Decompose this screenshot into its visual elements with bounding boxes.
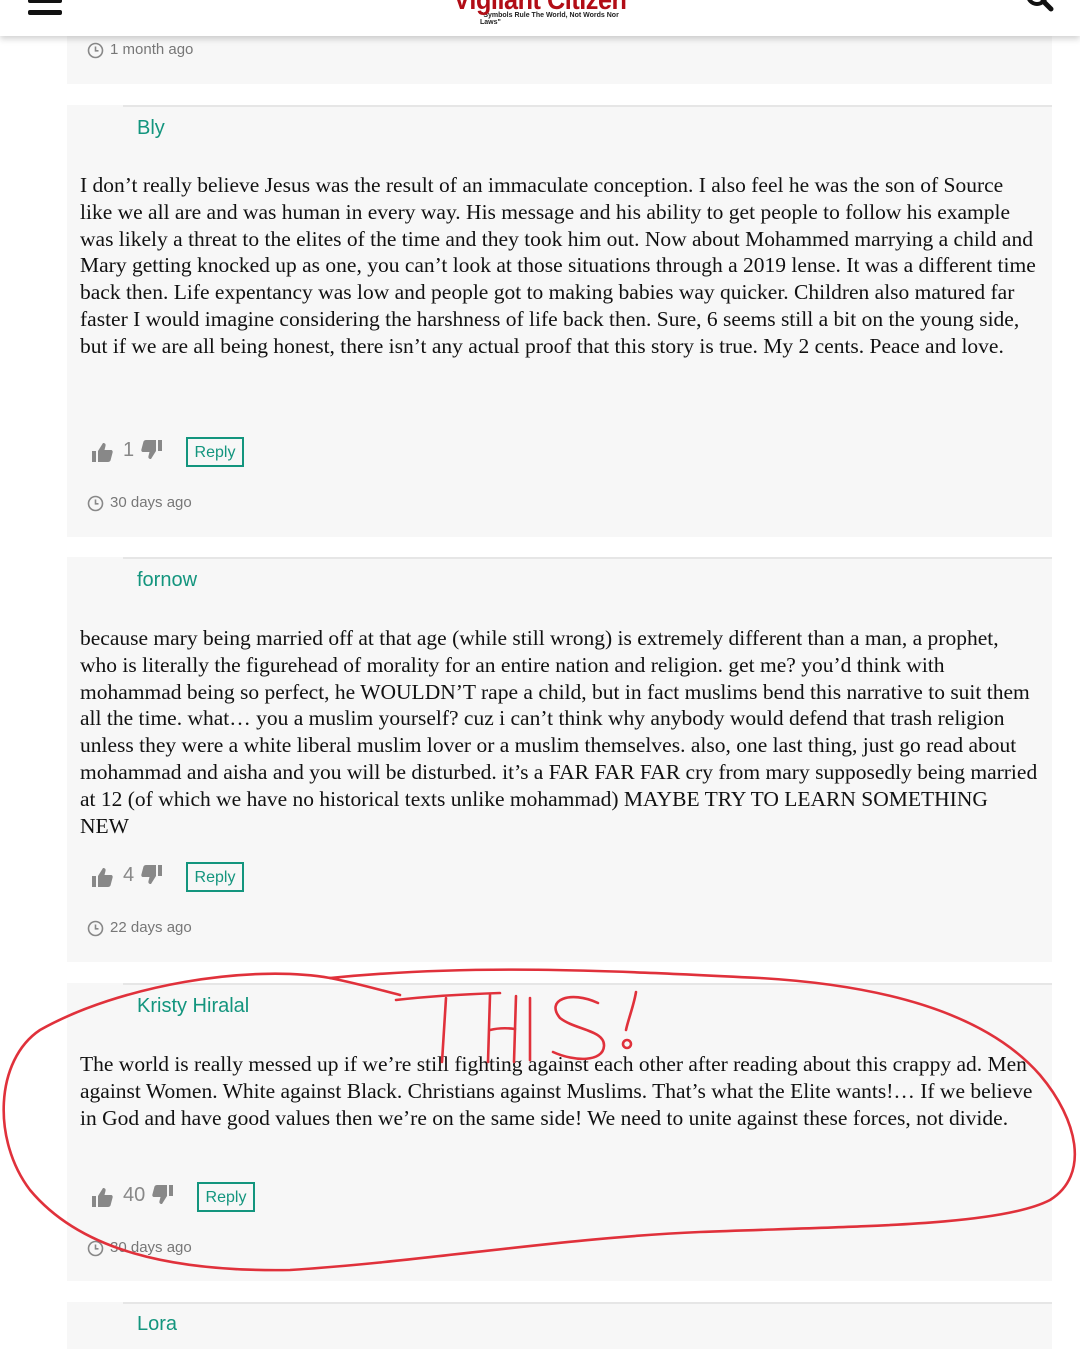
comment-time-text: 30 days ago [110, 494, 192, 511]
clock-icon [87, 42, 104, 59]
comment-card: fornow because mary being married off at… [67, 557, 1052, 962]
comment-card: Bly I don’t really believe Jesus was the… [67, 105, 1052, 537]
comment-body: The world is really messed up if we’re s… [80, 1052, 1033, 1130]
reply-button[interactable]: Reply [186, 437, 244, 467]
comment-author[interactable]: Lora [137, 1313, 177, 1336]
comment-divider [123, 557, 1052, 559]
vote-count: 1 [123, 439, 135, 461]
comment-time-text: 1 month ago [110, 41, 194, 58]
thumbs-down-icon[interactable] [141, 864, 163, 886]
site-header: Vigilant Citizen "Symbols Rule The World… [0, 0, 1080, 36]
comment-author[interactable]: Bly [137, 117, 165, 140]
clock-icon [87, 920, 104, 937]
site-logo[interactable]: Vigilant Citizen "Symbols Rule The World… [440, 0, 640, 26]
comment-card: Lora [67, 1302, 1052, 1349]
page: Vigilant Citizen "Symbols Rule The World… [0, 0, 1080, 1349]
comment-body: I don’t really believe Jesus was the res… [80, 173, 1036, 358]
thumbs-up-icon[interactable] [91, 1186, 113, 1208]
comment-time-text: 22 days ago [110, 919, 192, 936]
vote-count: 4 [123, 864, 135, 886]
comment-body: because mary being married off at that a… [80, 626, 1038, 838]
clock-icon [87, 1240, 104, 1257]
thumbs-down-icon[interactable] [141, 439, 163, 461]
comment-card: Kristy Hiralal The world is really messe… [67, 983, 1052, 1281]
thumbs-down-icon[interactable] [152, 1184, 174, 1206]
thumbs-up-icon[interactable] [91, 866, 113, 888]
comment-time-text: 30 days ago [110, 1239, 192, 1256]
vote-count: 40 [123, 1184, 146, 1206]
comment-author[interactable]: fornow [137, 569, 197, 592]
logo-text: Vigilant Citizen [450, 0, 630, 14]
reply-button[interactable]: Reply [197, 1182, 255, 1212]
clock-icon [87, 495, 104, 512]
comment-divider [123, 983, 1052, 985]
search-icon[interactable] [1024, 0, 1054, 14]
comment-divider [123, 105, 1052, 107]
comment-divider [123, 1302, 1052, 1304]
hamburger-menu-icon[interactable] [28, 0, 64, 18]
comment-author[interactable]: Kristy Hiralal [137, 995, 249, 1018]
reply-button[interactable]: Reply [186, 862, 244, 892]
thumbs-up-icon[interactable] [91, 441, 113, 463]
